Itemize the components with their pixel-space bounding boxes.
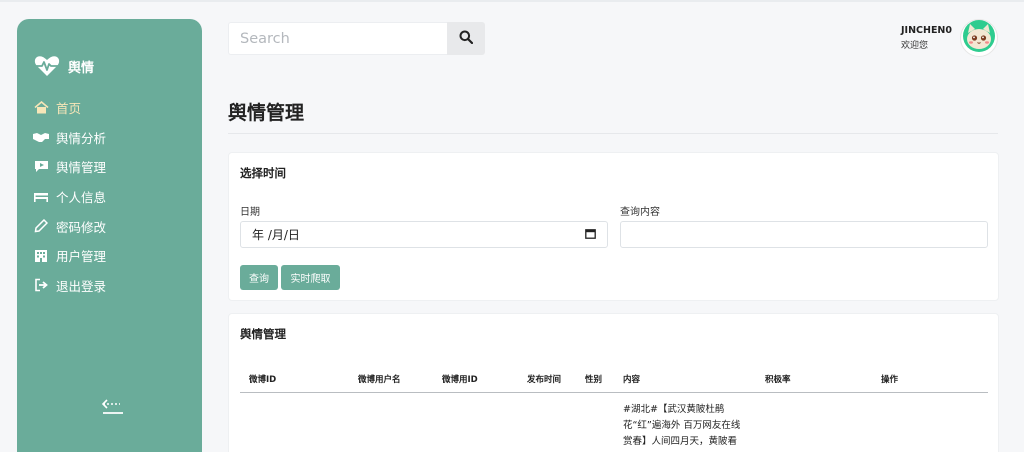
sidebar-item-label: 首页 (56, 101, 82, 117)
search-button[interactable] (447, 22, 485, 55)
date-label: 日期 (240, 207, 260, 218)
user-menu[interactable]: JINCHEN0 欢迎您 (901, 19, 998, 57)
content-cell: #湖北#【武汉黄陂杜鹃花“红”遍海外 百万网友在线赏春】人间四月天，黄陂看 (623, 404, 741, 447)
sidebar-item-home[interactable]: 首页 (33, 93, 198, 123)
sidebar-item-label: 舆情分析 (56, 130, 107, 146)
query-button[interactable]: 查询 (240, 265, 278, 290)
calendar-icon[interactable] (585, 228, 596, 242)
user-name: JINCHEN0 (901, 25, 952, 36)
heartbeat-icon (34, 55, 60, 77)
welcome-text: 欢迎您 (901, 41, 929, 51)
sidebar-item-users[interactable]: 用户管理 (33, 241, 198, 271)
table-header-divider (240, 392, 988, 393)
column-header: 性别 (585, 375, 603, 385)
sidebar-item-password[interactable]: 密码修改 (33, 211, 198, 241)
table-card: 舆情管理 微博ID 微博用户名 微博用ID 发布时间 性别 内容 积极率 操作 … (228, 313, 999, 452)
column-header: 微博ID (249, 375, 277, 385)
top-border (0, 0, 1024, 2)
search-icon (459, 29, 474, 48)
sidebar-item-logout[interactable]: 退出登录 (33, 271, 198, 301)
building-icon (33, 249, 49, 263)
cat-avatar-icon (962, 19, 996, 57)
query-label: 查询内容 (620, 207, 660, 218)
filter-card-title: 选择时间 (240, 166, 286, 180)
sidebar-item-profile[interactable]: 个人信息 (33, 182, 198, 212)
page-title: 舆情管理 (228, 102, 305, 124)
brand[interactable]: 舆情 (34, 55, 94, 77)
brand-title: 舆情 (68, 60, 95, 76)
column-header: 积极率 (765, 375, 791, 385)
sidebar-item-label: 舆情管理 (56, 160, 107, 176)
user-info: JINCHEN0 欢迎您 (901, 25, 952, 51)
avatar[interactable] (960, 19, 998, 57)
query-input[interactable] (620, 221, 988, 248)
divider (228, 133, 998, 134)
table-card-title: 舆情管理 (240, 327, 286, 341)
home-icon (33, 101, 49, 115)
filter-card: 选择时间 日期 查询内容 年 /月/日 查询 实时爬取 (228, 152, 999, 301)
column-header: 微博用ID (442, 375, 478, 385)
sidebar-item-label: 密码修改 (56, 219, 107, 235)
sidebar-item-analysis[interactable]: 舆情分析 (33, 123, 198, 153)
sidebar-item-label: 退出登录 (56, 278, 107, 294)
date-input[interactable]: 年 /月/日 (240, 221, 608, 248)
column-header: 操作 (881, 375, 899, 385)
date-input-value: 年 /月/日 (252, 228, 300, 242)
search-bar (228, 22, 485, 55)
column-header: 发布时间 (527, 375, 562, 385)
column-header: 微博用户名 (358, 375, 401, 385)
column-header: 内容 (623, 375, 641, 385)
video-comment-icon (33, 160, 49, 174)
sidebar-item-management[interactable]: 舆情管理 (33, 152, 198, 182)
crawl-button[interactable]: 实时爬取 (281, 265, 340, 290)
sidebar-nav: 首页 舆情分析 舆情管理 个人信息 密码修改 用户管理 退出登录 (33, 93, 198, 300)
pencil-icon (33, 219, 49, 233)
handshake-icon (33, 130, 49, 144)
sidebar-item-label: 个人信息 (56, 190, 107, 206)
sidebar: 舆情 首页 舆情分析 舆情管理 个人信息 密码修改 用户管理 退出登录 (17, 19, 202, 452)
collapse-arrow-icon[interactable] (100, 396, 126, 416)
logout-icon (33, 278, 49, 292)
bed-icon (33, 190, 49, 204)
search-input[interactable] (228, 22, 447, 55)
sidebar-item-label: 用户管理 (56, 249, 107, 265)
